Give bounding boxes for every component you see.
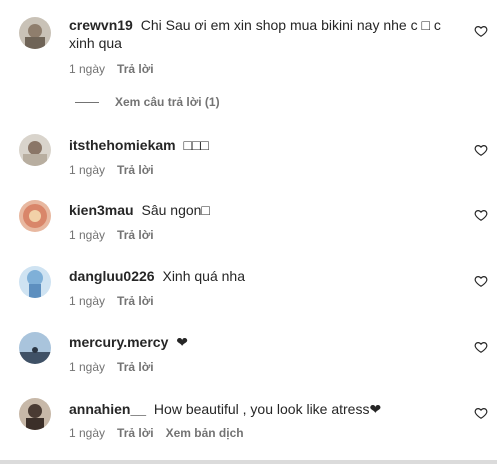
reply-button[interactable]: Trả lời [117, 163, 154, 177]
heart-outline-icon[interactable] [474, 143, 488, 157]
comment-meta: 1 ngày Trả lời [69, 163, 154, 177]
comment-meta: 1 ngày Trả lời [69, 294, 154, 308]
view-replies-line [75, 101, 99, 103]
heart-outline-icon[interactable] [474, 208, 488, 222]
comment-username[interactable]: mercury.mercy [69, 334, 168, 350]
see-translation-button[interactable]: Xem bản dịch [166, 426, 244, 440]
heart-outline-icon[interactable] [474, 24, 488, 38]
comment-time: 1 ngày [69, 426, 106, 440]
comment-body: Sâu ngon□ [141, 202, 210, 218]
comment-time: 1 ngày [69, 228, 106, 242]
comment-meta: 1 ngày Trả lời [69, 228, 154, 242]
heart-outline-icon[interactable] [474, 340, 488, 354]
comment-username[interactable]: crewvn19 [69, 17, 133, 33]
comment-body: How beautiful , you look like atress❤ [153, 401, 382, 417]
avatar[interactable] [19, 200, 51, 232]
reply-button[interactable]: Trả lời [117, 228, 154, 242]
comment-body: Xinh quá nha [162, 268, 246, 284]
comment-meta: 1 ngày Trả lời [69, 62, 154, 76]
comment-body: □□□ [183, 137, 209, 153]
comment-text: annahien__ How beautiful , you look like… [69, 400, 459, 418]
avatar[interactable] [19, 134, 51, 166]
comment-text: dangluu0226 Xinh quá nha [69, 267, 459, 285]
comment-text: kien3mau Sâu ngon□ [69, 201, 459, 219]
comment-time: 1 ngày [69, 294, 106, 308]
comment-time: 1 ngày [69, 163, 106, 177]
view-replies-button[interactable]: Xem câu trả lời (1) [75, 95, 220, 109]
heart-outline-icon[interactable] [474, 274, 488, 288]
comment-username[interactable]: itsthehomiekam [69, 137, 176, 153]
comment-username[interactable]: dangluu0226 [69, 268, 155, 284]
avatar[interactable] [19, 17, 51, 49]
comment-meta: 1 ngày Trả lời [69, 360, 154, 374]
comment-text: mercury.mercy ❤ [69, 333, 459, 351]
view-replies-label: Xem câu trả lời (1) [115, 95, 220, 109]
reply-button[interactable]: Trả lời [117, 62, 154, 76]
comment-meta: 1 ngày Trả lời Xem bản dịch [69, 426, 244, 440]
reply-button[interactable]: Trả lời [117, 360, 154, 374]
comment-body: ❤ [176, 334, 188, 350]
comment-time: 1 ngày [69, 360, 106, 374]
avatar[interactable] [19, 398, 51, 430]
comment-text: crewvn19 Chi Sau ơi em xin shop mua biki… [69, 16, 459, 52]
comment-username[interactable]: annahien__ [69, 401, 146, 417]
scroll-edge [0, 460, 497, 464]
reply-button[interactable]: Trả lời [117, 294, 154, 308]
heart-outline-icon[interactable] [474, 406, 488, 420]
comment-text: itsthehomiekam □□□ [69, 136, 459, 154]
avatar[interactable] [19, 266, 51, 298]
comment-time: 1 ngày [69, 62, 106, 76]
reply-button[interactable]: Trả lời [117, 426, 154, 440]
avatar[interactable] [19, 332, 51, 364]
comment-username[interactable]: kien3mau [69, 202, 134, 218]
